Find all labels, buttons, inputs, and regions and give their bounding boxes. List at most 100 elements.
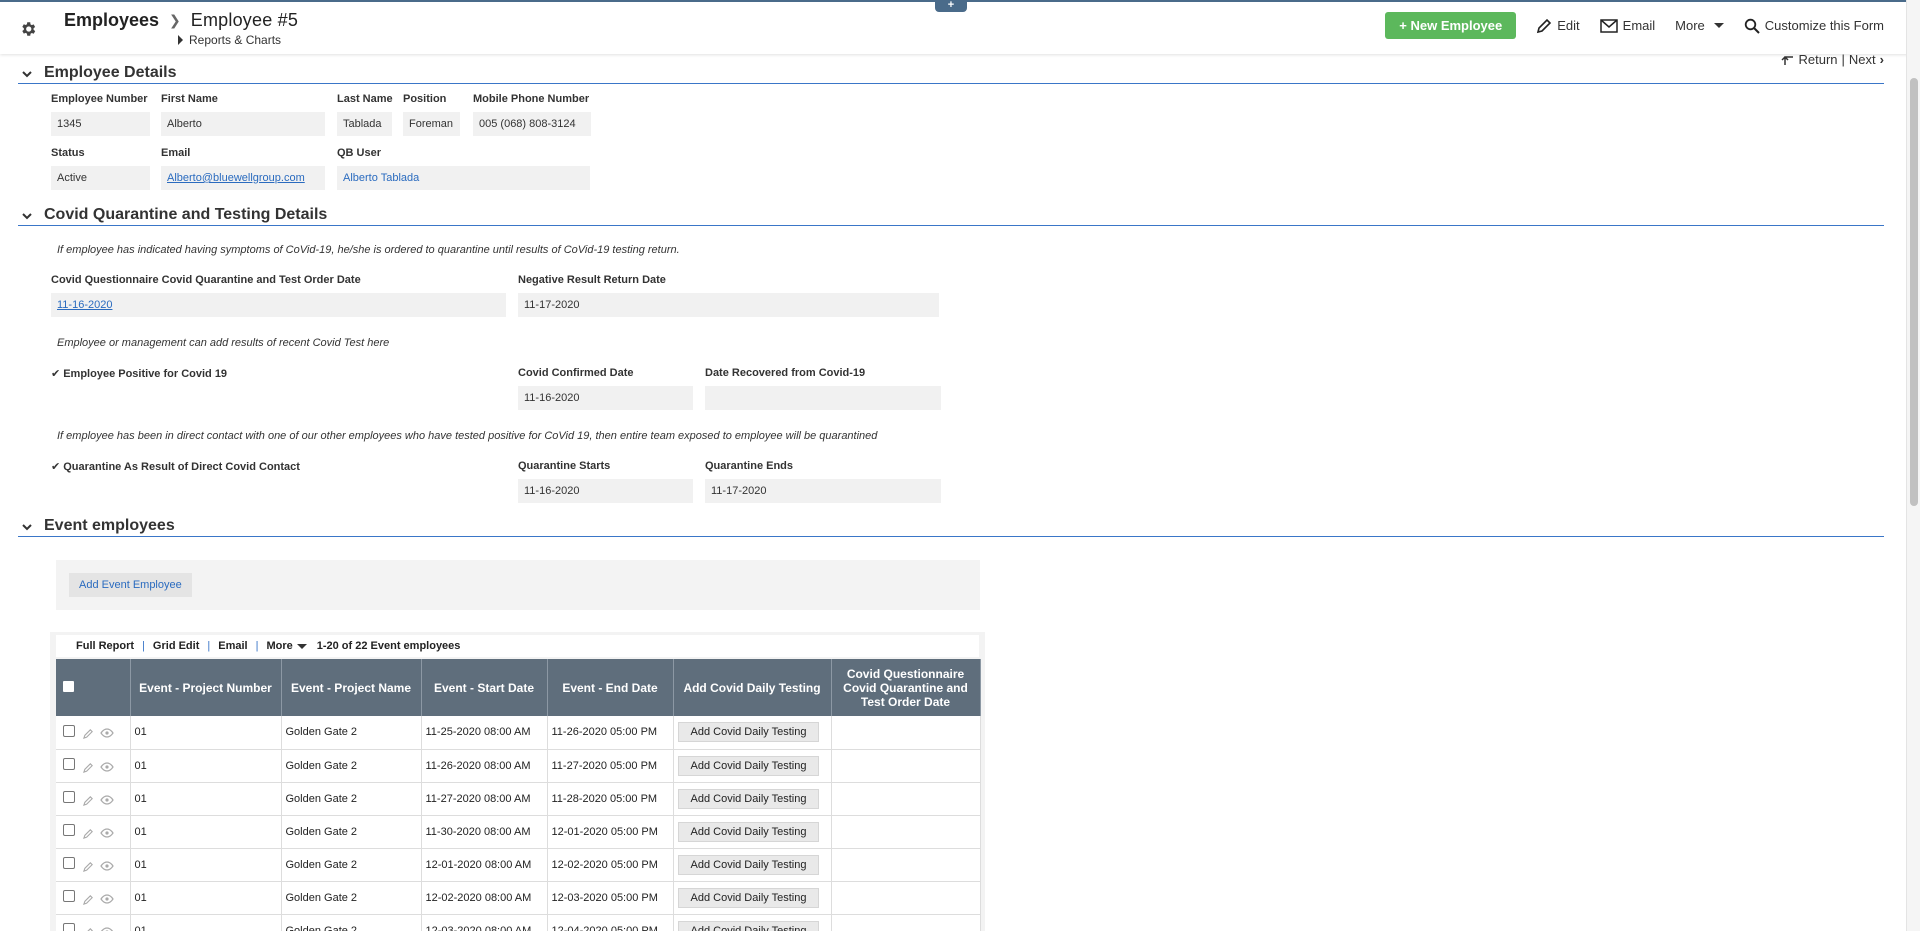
add-covid-daily-testing-button[interactable]: Add Covid Daily Testing [677,821,820,842]
select-all-checkbox[interactable] [63,680,74,692]
top-header: Employees ❯ Employee #5 Reports & Charts… [0,0,1920,54]
row-checkbox[interactable] [63,890,75,902]
table-row[interactable]: 01 Golden Gate 2 11-25-2020 08:00 AM 11-26-… [56,716,981,750]
symptoms-note: If employee has indicated having symptom… [57,244,680,256]
table-row[interactable]: 01 Golden Gate 2 12-03-2020 08:00 AM 12-04-… [56,914,981,931]
view-eye-icon[interactable] [100,794,114,805]
reports-charts-label: Reports & Charts [189,33,282,47]
add-covid-daily-testing-button[interactable]: Add Covid Daily Testing [677,920,820,931]
scrollbar-thumb[interactable] [1910,78,1918,506]
customize-label: Customize this Form [1764,18,1884,33]
add-covid-daily-testing-button[interactable]: Add Covid Daily Testing [677,854,820,875]
full-report-link[interactable]: Full Report [76,640,134,652]
column-header[interactable]: Covid Questionnaire Covid Quarantine and… [831,659,981,716]
view-eye-icon[interactable] [100,893,114,904]
end-date-cell: 12-04-2020 05:00 PM [547,914,674,931]
quarantine-ends-label: Quarantine Ends [705,460,794,472]
position-label: Position [403,93,447,105]
page-title: Employee #5 [190,10,299,30]
view-eye-icon[interactable] [100,827,114,838]
add-covid-daily-testing-button[interactable]: Add Covid Daily Testing [677,887,820,908]
row-checkbox[interactable] [63,923,75,931]
column-header[interactable]: Event - Start Date [421,659,548,716]
questionnaire-date-cell [831,716,981,750]
new-employee-button[interactable]: + New Employee [1385,12,1517,39]
customize-form-button[interactable]: Customize this Form [1744,18,1884,34]
caret-down-icon [296,644,307,649]
add-event-employee-button[interactable]: Add Event Employee [69,573,192,597]
project-name-cell: Golden Gate 2 [281,914,422,931]
edit-pencil-icon[interactable] [83,828,94,839]
positive-covid-checkbox-label: ✔ Employee Positive for Covid 19 [51,367,227,381]
table-row[interactable]: 01 Golden Gate 2 12-01-2020 08:00 AM 12-02-… [56,848,981,882]
add-covid-daily-testing-button[interactable]: Add Covid Daily Testing [677,722,820,743]
edit-pencil-icon[interactable] [83,927,94,931]
edit-pencil-icon[interactable] [83,795,94,806]
email-link[interactable]: Email [218,640,247,652]
contact-note: If employee has been in direct contact w… [57,430,878,442]
edit-pencil-icon[interactable] [83,762,94,773]
gear-icon[interactable] [19,20,37,38]
add-covid-daily-testing-button[interactable]: Add Covid Daily Testing [677,755,820,776]
row-checkbox[interactable] [63,724,75,737]
add-testing-cell: Add Covid Daily Testing [673,848,832,882]
section-covid-details[interactable]: Covid Quarantine and Testing Details [18,204,1884,226]
row-select-cell [56,881,131,915]
row-select-cell [56,914,131,931]
qb-user-field[interactable]: Alberto Tablada [337,166,590,190]
chevron-down-icon [22,213,32,220]
questionnaire-date-cell [831,881,981,915]
column-header[interactable]: Event - End Date [547,659,674,716]
header-actions: + New Employee Edit Email More Customize… [1385,12,1884,39]
row-checkbox[interactable] [63,791,75,803]
start-date-cell: 11-25-2020 08:00 AM [421,716,548,750]
more-menu[interactable]: More [1675,18,1724,33]
edit-pencil-icon[interactable] [83,728,94,740]
column-header[interactable]: Event - Project Number [130,659,282,716]
collapse-header-tab[interactable]: + [935,0,967,12]
questionnaire-date-field[interactable]: 11-16-2020 [51,293,506,317]
reports-charts-link[interactable]: Reports & Charts [178,33,281,47]
row-checkbox[interactable] [63,824,75,836]
recovered-date-label: Date Recovered from Covid-19 [705,367,866,379]
table-row[interactable]: 01 Golden Gate 2 11-30-2020 08:00 AM 12-01-… [56,815,981,849]
breadcrumb-separator-icon: ❯ [169,12,181,28]
add-testing-cell: Add Covid Daily Testing [673,716,832,750]
row-select-cell [56,716,131,750]
quarantine-ends-field: 11-17-2020 [705,479,941,503]
edit-button[interactable]: Edit [1536,18,1580,34]
table-row[interactable]: 01 Golden Gate 2 11-26-2020 08:00 AM 11-27-… [56,749,981,783]
edit-pencil-icon[interactable] [83,894,94,905]
project-name-cell: Golden Gate 2 [281,782,422,816]
view-eye-icon[interactable] [100,926,114,931]
grid-edit-link[interactable]: Grid Edit [153,640,199,652]
start-date-cell: 12-01-2020 08:00 AM [421,848,548,882]
section-event-employees[interactable]: Event employees [18,515,1884,537]
email-field[interactable]: Alberto@bluewellgroup.com [161,166,325,190]
edit-label: Edit [1557,18,1580,33]
add-covid-daily-testing-button[interactable]: Add Covid Daily Testing [677,788,820,809]
breadcrumb-root[interactable]: Employees [64,10,159,31]
section-employee-details[interactable]: Employee Details [18,62,1884,84]
table-row[interactable]: 01 Golden Gate 2 11-27-2020 08:00 AM 11-28-… [56,782,981,816]
more-menu[interactable]: More [266,640,307,652]
row-checkbox[interactable] [63,857,75,869]
questionnaire-date-cell [831,815,981,849]
table-row[interactable]: 01 Golden Gate 2 12-02-2020 08:00 AM 12-03-… [56,881,981,915]
more-label: More [1675,18,1705,33]
view-eye-icon[interactable] [100,860,114,871]
edit-pencil-icon[interactable] [83,861,94,872]
add-event-panel: Add Event Employee [56,560,980,610]
checkmark-icon: ✔ [51,461,61,473]
questionnaire-date-cell [831,749,981,783]
email-button[interactable]: Email [1599,18,1655,33]
page-scrollbar[interactable] [1906,0,1920,931]
column-header[interactable]: Add Covid Daily Testing [673,659,832,716]
project-number-cell: 01 [130,782,282,816]
row-checkbox[interactable] [63,758,75,770]
view-eye-icon[interactable] [100,761,114,772]
column-header[interactable]: Event - Project Name [281,659,422,716]
mobile-phone-field: 005 (068) 808-3124 [473,112,591,136]
view-eye-icon[interactable] [100,728,114,738]
select-all-header[interactable] [56,659,131,716]
